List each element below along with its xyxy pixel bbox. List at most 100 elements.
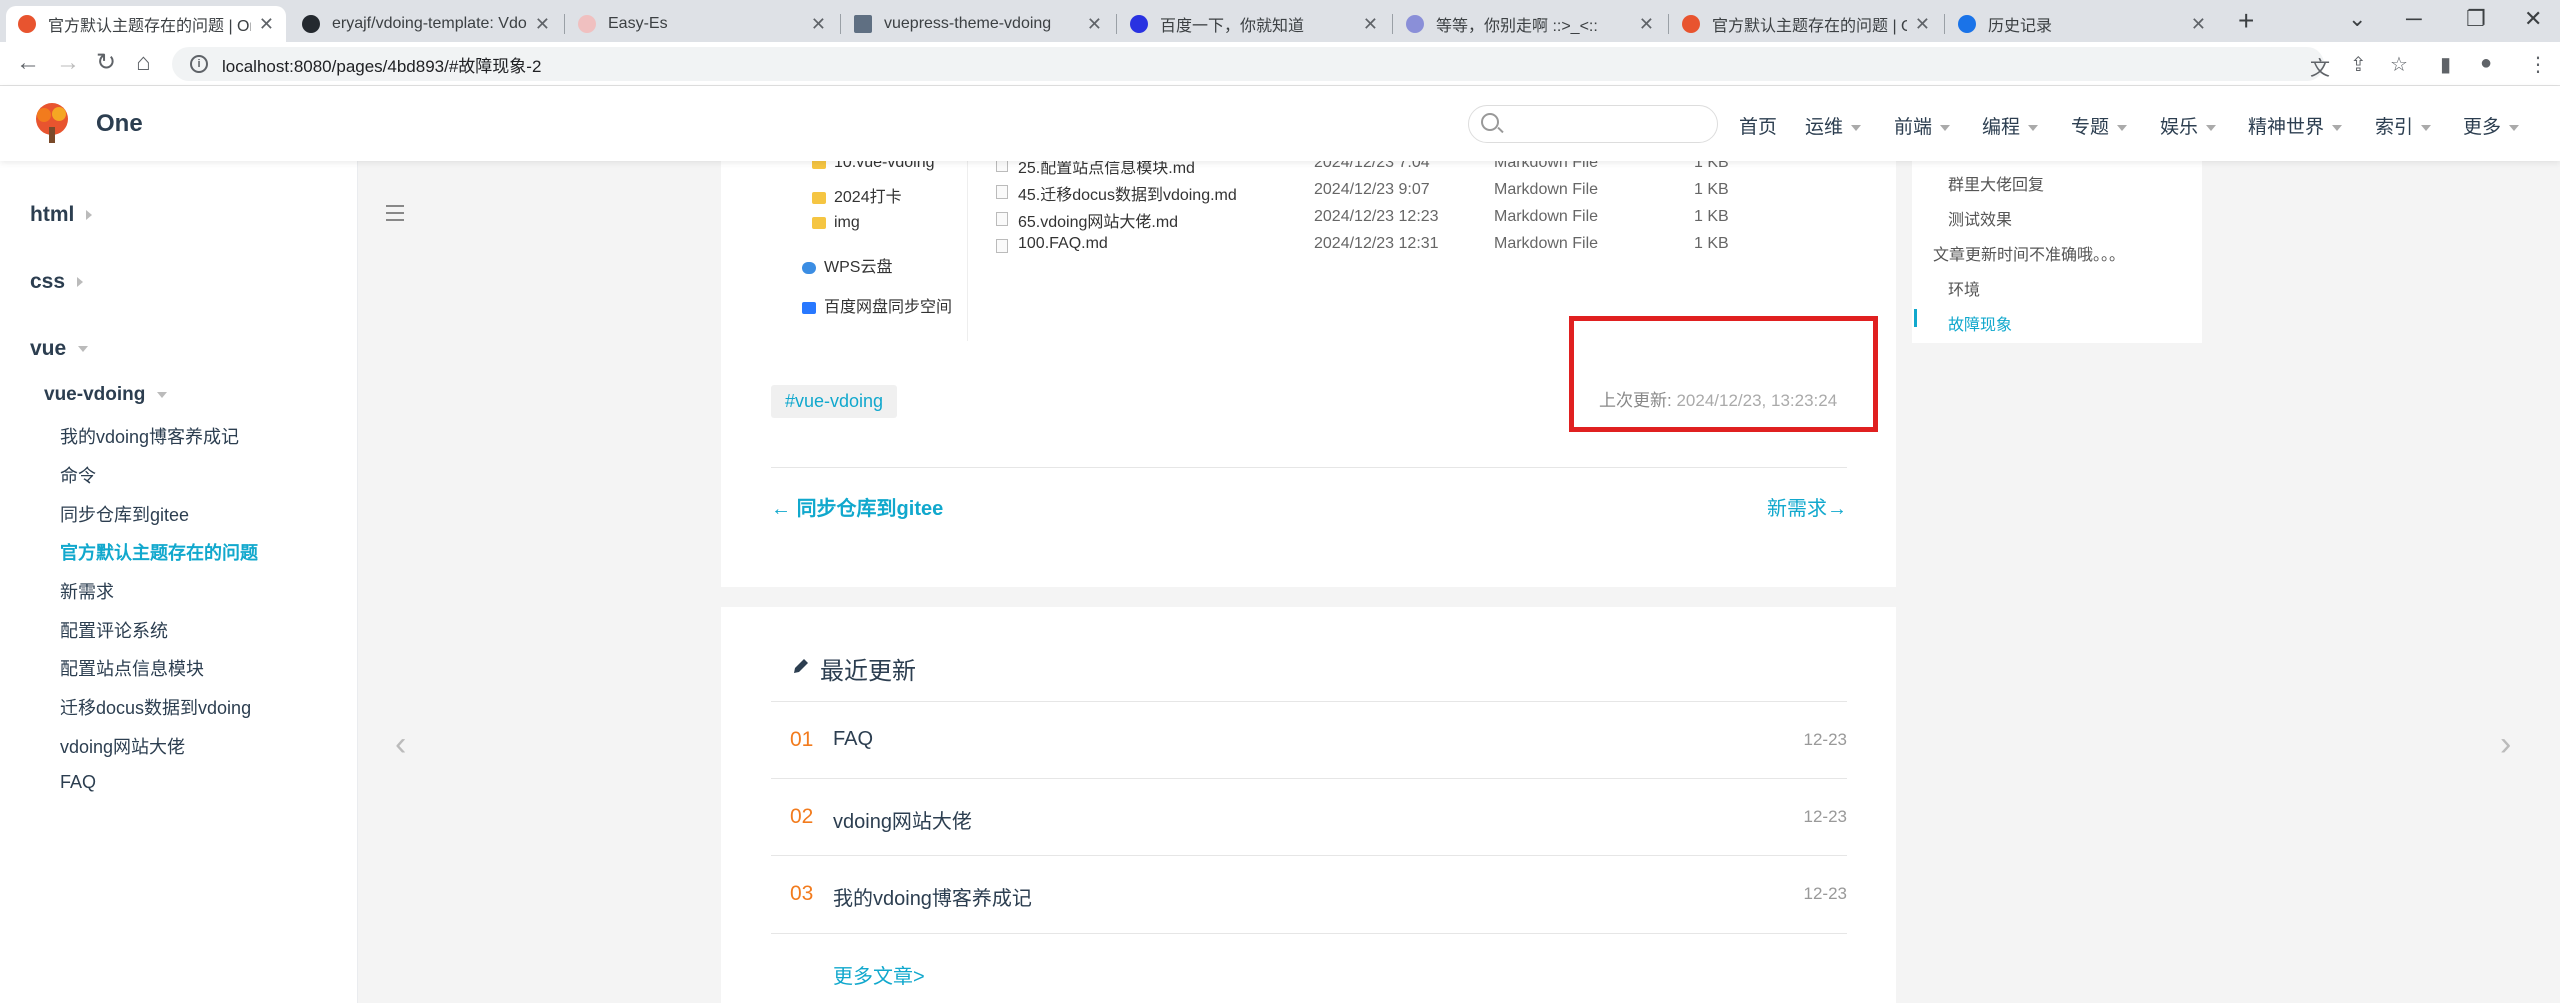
file-size: 1 KB xyxy=(1694,235,1729,252)
toc-item-active[interactable]: 故障现象 xyxy=(1948,311,2012,335)
sidebar-toggle-icon[interactable] xyxy=(386,205,404,226)
sidebar-item[interactable]: 命令 xyxy=(60,462,96,488)
menu-kebab-icon[interactable]: ⋮ xyxy=(2528,52,2548,77)
sidebar-group-css[interactable]: css xyxy=(30,270,84,294)
tree-label: img xyxy=(834,214,860,231)
sidebar-item[interactable]: 迁移docus数据到vdoing xyxy=(60,694,251,720)
toc-active-indicator xyxy=(1914,309,1917,327)
tab-divider xyxy=(1668,14,1669,34)
recent-item[interactable]: 03 我的vdoing博客养成记 12-23 xyxy=(771,882,1847,912)
toc-item[interactable]: 群里大佬回复 xyxy=(1948,171,2044,195)
url-bar[interactable]: i localhost:8080/pages/4bd893/#故障现象-2 xyxy=(172,47,2324,81)
nav-item-frontend[interactable]: 前端 xyxy=(1894,112,1951,139)
explorer-tree-item: WPS云盘 xyxy=(802,253,892,277)
browser-tab-8[interactable]: 历史记录 ✕ xyxy=(1946,6,2218,42)
browser-tab-7[interactable]: 官方默认主题存在的问题 | One ✕ xyxy=(1670,6,1942,42)
sidebar: html css vue vue-vdoing 我的vdoing博客养成记 命令… xyxy=(0,161,358,1003)
sidebar-group-html[interactable]: html xyxy=(30,203,93,227)
nav-item-more[interactable]: 更多 xyxy=(2463,112,2520,139)
close-icon[interactable]: ✕ xyxy=(811,14,826,35)
minimize-icon[interactable]: ─ xyxy=(2406,6,2422,32)
close-icon[interactable]: ✕ xyxy=(259,14,274,35)
file-type: Markdown File xyxy=(1494,181,1599,198)
recent-item-title[interactable]: vdoing网站大佬 xyxy=(833,805,972,834)
tree-logo-icon[interactable] xyxy=(30,101,74,145)
info-icon[interactable]: i xyxy=(190,55,208,73)
sidebar-item-active[interactable]: 官方默认主题存在的问题 xyxy=(60,539,258,565)
recent-item-number: 01 xyxy=(790,728,814,751)
recent-item[interactable]: 02 vdoing网站大佬 12-23 xyxy=(771,805,1847,835)
browser-tab-bar: 官方默认主题存在的问题 | One ✕ eryajf/vdoing-templa… xyxy=(0,0,2560,42)
next-page-arrow-icon[interactable]: › xyxy=(2500,725,2511,764)
toc-item[interactable]: 环境 xyxy=(1948,276,1980,300)
sidebar-item[interactable]: 配置站点信息模块 xyxy=(60,655,204,681)
search-input[interactable] xyxy=(1509,112,1709,136)
back-icon[interactable]: ← xyxy=(16,50,40,76)
sidebar-group-vue[interactable]: vue xyxy=(30,337,89,361)
tab-search-icon[interactable]: ⌄ xyxy=(2348,6,2366,32)
close-icon[interactable]: ✕ xyxy=(1087,14,1102,35)
nav-item-programming[interactable]: 编程 xyxy=(1982,112,2039,139)
sidebar-subgroup-vue-vdoing[interactable]: vue-vdoing xyxy=(44,384,168,406)
nav-item-spirit[interactable]: 精神世界 xyxy=(2248,112,2343,139)
article-tag[interactable]: #vue-vdoing xyxy=(771,385,898,418)
divider xyxy=(771,933,1847,934)
nav-label: 娱乐 xyxy=(2160,117,2199,138)
recent-item-title[interactable]: 我的vdoing博客养成记 xyxy=(833,882,1032,911)
nav-item-entertainment[interactable]: 娱乐 xyxy=(2160,112,2217,139)
nav-label: 编程 xyxy=(1982,117,2021,138)
browser-tab-1[interactable]: 官方默认主题存在的问题 | One ✕ xyxy=(6,6,286,42)
reload-icon[interactable]: ↻ xyxy=(96,50,116,76)
toc-item[interactable]: 测试效果 xyxy=(1948,206,2012,230)
close-icon[interactable]: ✕ xyxy=(2191,14,2206,35)
translate-icon[interactable]: 文 xyxy=(2310,52,2330,81)
close-icon[interactable]: ✕ xyxy=(1639,14,1654,35)
sidebar-item[interactable]: vdoing网站大佬 xyxy=(60,733,185,759)
tab-title: Easy-Es xyxy=(608,15,668,32)
next-article-label: 新需求 xyxy=(1767,498,1827,520)
close-icon[interactable]: ✕ xyxy=(535,14,550,35)
browser-tab-6[interactable]: 等等，你别走啊 ::>_<:: ✕ xyxy=(1394,6,1666,42)
bookmark-star-icon[interactable]: ☆ xyxy=(2390,52,2408,77)
url-text[interactable]: localhost:8080/pages/4bd893/#故障现象-2 xyxy=(222,52,541,77)
recent-item-date: 12-23 xyxy=(1803,884,1847,903)
forward-icon[interactable]: → xyxy=(56,50,80,76)
browser-tab-2[interactable]: eryajf/vdoing-template: Vdoing ✕ xyxy=(290,6,562,42)
close-icon[interactable]: ✕ xyxy=(1915,14,1930,35)
profile-avatar-icon[interactable]: ● xyxy=(2480,52,2492,75)
toc-item[interactable]: 文章更新时间不准确哦。。。 xyxy=(1933,241,2125,265)
browser-tab-3[interactable]: Easy-Es ✕ xyxy=(566,6,838,42)
site-name[interactable]: One xyxy=(96,110,143,138)
explorer-tree-item: 百度网盘同步空间 xyxy=(802,293,952,317)
nav-item-ops[interactable]: 运维 xyxy=(1805,112,1862,139)
restore-icon[interactable]: ❐ xyxy=(2466,6,2486,32)
sidebar-item[interactable]: FAQ xyxy=(60,772,96,793)
file-date: 2024/12/23 9:07 xyxy=(1314,181,1430,198)
tab-title: 历史记录 xyxy=(1988,18,2053,35)
recent-item-title[interactable]: FAQ xyxy=(833,728,873,751)
sidebar-item[interactable]: 配置评论系统 xyxy=(60,617,168,643)
prev-page-arrow-icon[interactable]: ‹ xyxy=(395,725,406,764)
home-icon[interactable]: ⌂ xyxy=(136,50,151,76)
share-icon[interactable]: ⇪ xyxy=(2350,52,2367,77)
close-window-icon[interactable]: ✕ xyxy=(2524,6,2542,32)
nav-item-index[interactable]: 索引 xyxy=(2375,112,2432,139)
nav-label: 精神世界 xyxy=(2248,117,2325,138)
next-article-link[interactable]: 新需求→ xyxy=(1767,492,1847,521)
new-tab-button[interactable]: + xyxy=(2238,6,2254,36)
sidebar-item[interactable]: 同步仓库到gitee xyxy=(60,501,189,527)
file-icon xyxy=(996,212,1008,226)
recent-item[interactable]: 01 FAQ 12-23 xyxy=(771,728,1847,758)
search-box[interactable] xyxy=(1468,105,1718,143)
prev-article-link[interactable]: ← 同步仓库到gitee xyxy=(771,492,943,521)
browser-tab-4[interactable]: vuepress-theme-vdoing ✕ xyxy=(842,6,1114,42)
sidebar-item[interactable]: 我的vdoing博客养成记 xyxy=(60,423,239,449)
more-articles-link[interactable]: 更多文章> xyxy=(833,960,925,989)
nav-item-topics[interactable]: 专题 xyxy=(2071,112,2128,139)
side-panel-icon[interactable]: ▮ xyxy=(2440,52,2451,77)
nav-item-home[interactable]: 首页 xyxy=(1739,112,1777,139)
browser-tab-5[interactable]: 百度一下，你就知道 ✕ xyxy=(1118,6,1390,42)
pencil-icon xyxy=(794,659,808,673)
sidebar-item[interactable]: 新需求 xyxy=(60,578,114,604)
close-icon[interactable]: ✕ xyxy=(1363,14,1378,35)
